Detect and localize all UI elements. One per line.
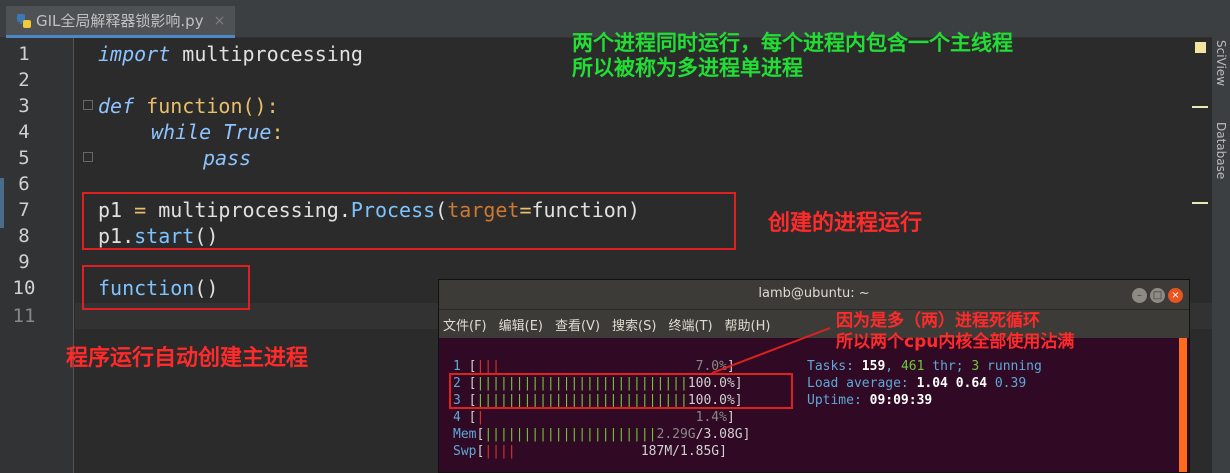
- minimize-icon[interactable]: –: [1132, 288, 1147, 303]
- terminal-title-bar: lamb@ubuntu: ~ – □ ×: [439, 280, 1189, 310]
- sciview-tab[interactable]: SciView: [1214, 40, 1228, 86]
- code-line-1: import multiprocessing: [98, 42, 363, 66]
- cpu-row-4: 4 [| 1.4%]: [453, 410, 735, 425]
- mem-row: Mem[||||||||||||||||||||||2.29G/3.08G]: [453, 427, 751, 442]
- code-line-4: while True:: [151, 120, 284, 144]
- scroll-marker: [1192, 106, 1208, 108]
- code-line-3: def function():: [98, 94, 279, 118]
- file-tab[interactable]: GIL全局解释器锁影响.py ×: [6, 6, 236, 38]
- menu-edit[interactable]: 编辑(E): [499, 315, 543, 334]
- maximize-icon[interactable]: □: [1150, 288, 1165, 303]
- annotation-two-processes: 两个进程同时运行，每个进程内包含一个主线程: [572, 31, 1013, 55]
- close-tab-icon[interactable]: ×: [214, 13, 226, 29]
- annotation-main-process: 程序运行自动创建主进程: [66, 346, 309, 371]
- line-number: 5: [18, 147, 30, 169]
- code-line-5: pass: [203, 146, 252, 170]
- file-tab-label: GIL全局解释器锁影响.py: [36, 12, 204, 30]
- process-creation-highlight-box: [82, 192, 736, 250]
- load-average-line: Load average: 1.04 0.64 0.39: [807, 376, 1027, 391]
- menu-terminal[interactable]: 终端(T): [668, 315, 712, 334]
- menu-file[interactable]: 文件(F): [443, 315, 487, 334]
- main-call-highlight-box: [82, 265, 250, 310]
- scroll-marker: [1192, 202, 1208, 204]
- menu-view[interactable]: 查看(V): [555, 315, 600, 334]
- line-number: 10: [12, 277, 36, 299]
- uptime-line: Uptime: 09:09:39: [807, 393, 933, 408]
- python-file-icon: [17, 13, 31, 28]
- line-number: 4: [18, 121, 30, 143]
- annotation-cpu-full: 所以两个cpu内核全部使用沾满: [836, 332, 1075, 352]
- close-icon[interactable]: ×: [1168, 288, 1183, 303]
- inspection-status-icon[interactable]: [1195, 42, 1206, 53]
- line-number-gutter: 1 2 3 4 5 6 7 8 9 10 11: [0, 38, 74, 473]
- line-number: 2: [18, 69, 30, 91]
- line-number: 7: [18, 199, 30, 221]
- line-number: 11: [12, 305, 36, 327]
- database-tab[interactable]: Database: [1214, 122, 1228, 179]
- annotation-multi-process: 所以被称为多进程单进程: [572, 56, 803, 80]
- terminal-title: lamb@ubuntu: ~: [758, 286, 870, 301]
- line-number: 1: [18, 43, 30, 65]
- line-number: 3: [18, 95, 30, 117]
- line-number: 6: [18, 173, 30, 195]
- line-number: 8: [18, 225, 30, 247]
- cpu-full-highlight-box: [449, 373, 793, 409]
- annotation-created-process: 创建的进程运行: [768, 211, 923, 236]
- menu-search[interactable]: 搜索(S): [612, 315, 656, 334]
- line-number: 9: [18, 251, 30, 273]
- menu-help[interactable]: 帮助(H): [725, 315, 771, 334]
- fold-marker-icon[interactable]: [83, 152, 93, 162]
- fold-marker-icon[interactable]: [83, 100, 93, 110]
- tasks-line: Tasks: 159, 461 thr; 3 running: [807, 359, 1042, 374]
- right-tool-strip: SciView Database: [1212, 0, 1230, 473]
- swap-row: Swp[|||| 187M/1.85G]: [453, 444, 727, 459]
- terminal-menu-bar: 文件(F) 编辑(E) 查看(V) 搜索(S) 终端(T) 帮助(H): [439, 310, 1189, 338]
- terminal-scrollbar[interactable]: [1179, 338, 1187, 472]
